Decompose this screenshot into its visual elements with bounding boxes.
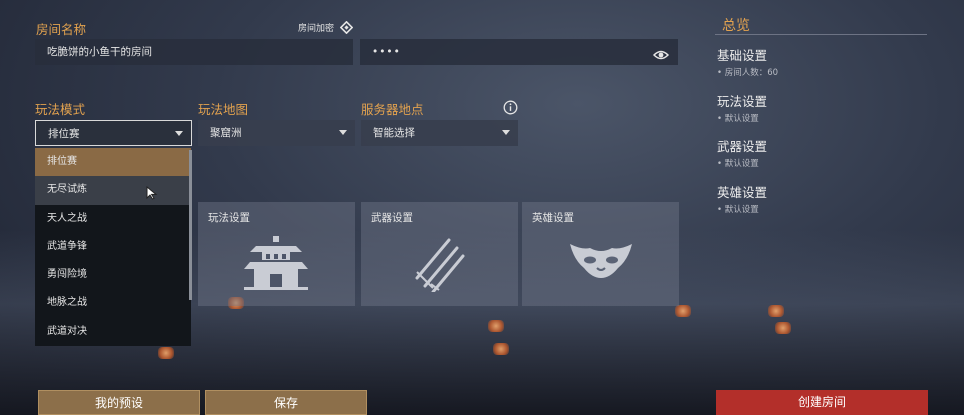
hero-settings-card[interactable]: 英雄设置 <box>522 202 679 306</box>
password-label: 房间加密 <box>298 24 335 34</box>
gameplay-settings-card[interactable]: 玩法设置 <box>198 202 355 306</box>
map-select[interactable]: 聚窟洲 <box>198 120 355 146</box>
mask-icon <box>570 244 632 278</box>
weapon-settings-title: 武器设置 <box>371 212 413 224</box>
summary-gameplay-value: • 默认设置 <box>717 114 759 124</box>
weapon-settings-card[interactable]: 武器设置 <box>361 202 518 306</box>
mode-option[interactable]: 武道争锋 <box>35 233 191 261</box>
lantern-light <box>768 305 784 317</box>
map-select-value: 聚窟洲 <box>210 127 242 139</box>
lantern-light <box>493 343 509 355</box>
summary-basic-title: 基础设置 <box>717 48 768 63</box>
dropdown-scrollbar[interactable] <box>189 150 192 300</box>
swords-icon <box>415 238 465 292</box>
lantern-light <box>158 347 174 359</box>
server-select[interactable]: 智能选择 <box>361 120 518 146</box>
cursor-icon <box>146 185 158 204</box>
info-icon[interactable] <box>503 100 518 119</box>
server-select-value: 智能选择 <box>373 127 415 139</box>
summary-divider <box>715 34 927 35</box>
mode-dropdown-list: 排位赛 无尽试炼 天人之战 武道争锋 勇闯险境 地脉之战 武道对决 <box>35 148 191 346</box>
summary-weapon-title: 武器设置 <box>717 139 768 154</box>
summary-hero-title: 英雄设置 <box>717 185 768 200</box>
mode-option[interactable]: 武道对决 <box>35 318 191 346</box>
eye-icon[interactable] <box>652 46 670 65</box>
mode-option[interactable]: 天人之战 <box>35 205 191 233</box>
summary-basic-value: • 房间人数：60 <box>717 68 779 78</box>
mode-option[interactable]: 地脉之战 <box>35 289 191 317</box>
summary-hero-value: • 默认设置 <box>717 205 759 215</box>
room-name-input[interactable]: 吃脆饼的小鱼干的房间 <box>35 39 353 65</box>
server-label: 服务器地点 <box>361 102 424 117</box>
lantern-light <box>488 320 504 332</box>
map-label: 玩法地图 <box>198 102 249 117</box>
summary-weapon-value: • 默认设置 <box>717 159 759 169</box>
pagoda-icon <box>244 236 308 290</box>
mode-select[interactable]: 排位赛 <box>35 120 192 146</box>
mode-option[interactable]: 无尽试炼 <box>35 176 191 205</box>
chevron-down-icon <box>502 130 510 135</box>
chevron-down-icon <box>339 130 347 135</box>
summary-gameplay-title: 玩法设置 <box>717 94 768 109</box>
hero-settings-title: 英雄设置 <box>532 212 574 224</box>
mode-option[interactable]: 勇闯险境 <box>35 261 191 289</box>
my-presets-button[interactable]: 我的预设 <box>38 390 200 415</box>
password-input[interactable]: •••• <box>360 39 678 65</box>
save-button[interactable]: 保存 <box>205 390 367 415</box>
password-toggle-icon[interactable] <box>339 19 354 38</box>
mode-select-value: 排位赛 <box>48 128 80 140</box>
lantern-light <box>675 305 691 317</box>
chevron-down-icon <box>175 131 183 136</box>
summary-title: 总览 <box>722 18 750 34</box>
create-room-button[interactable]: 创建房间 <box>716 390 928 415</box>
lantern-light <box>775 322 791 334</box>
gameplay-settings-title: 玩法设置 <box>208 212 250 224</box>
mode-option[interactable]: 排位赛 <box>35 148 191 177</box>
mode-label: 玩法模式 <box>35 102 86 117</box>
room-name-label: 房间名称 <box>36 22 87 37</box>
